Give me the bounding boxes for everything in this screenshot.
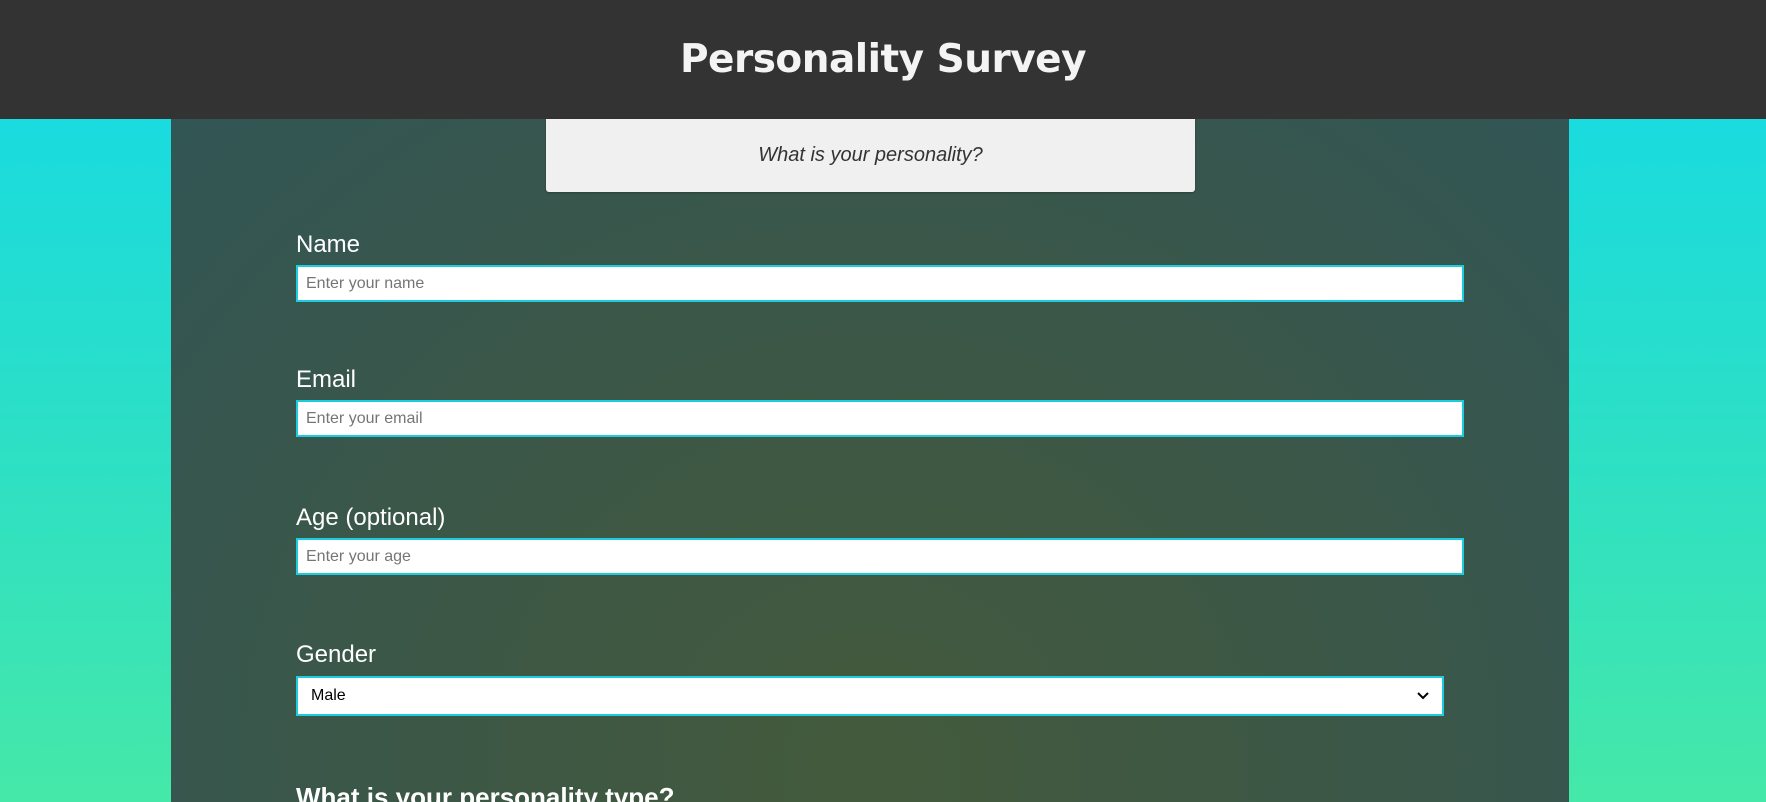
email-label: Email (296, 366, 357, 393)
page-title: Personality Survey (679, 37, 1087, 82)
name-input[interactable] (296, 265, 1464, 302)
personality-type-heading: What is your personality type? (296, 782, 675, 802)
page-header: Personality Survey (0, 0, 1766, 119)
gender-selected-value: Male (311, 687, 346, 704)
gender-label: Gender (296, 641, 377, 668)
email-input[interactable] (296, 400, 1464, 437)
chevron-down-icon (1416, 691, 1430, 701)
gender-select[interactable]: Male (296, 676, 1444, 716)
age-input[interactable] (296, 538, 1464, 575)
tagline-text: What is your personality? (758, 144, 983, 166)
age-label: Age (optional) (296, 504, 446, 531)
name-label: Name (296, 231, 361, 258)
tagline-box: What is your personality? (546, 119, 1195, 192)
